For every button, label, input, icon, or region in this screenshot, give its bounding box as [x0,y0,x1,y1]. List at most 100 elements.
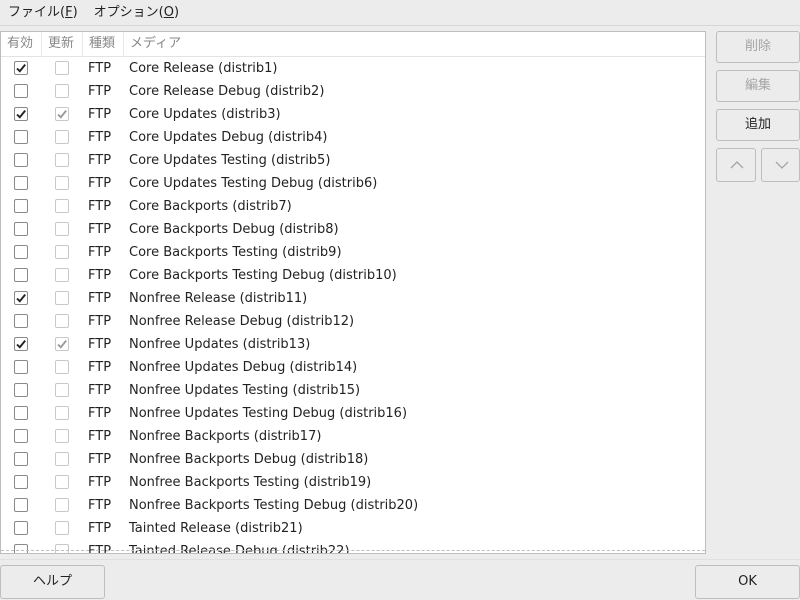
media-name: Core Backports (distrib7) [129,199,292,214]
move-up-button[interactable] [716,148,756,182]
enabled-checkbox[interactable] [14,107,28,121]
update-checkbox[interactable] [55,222,69,236]
menu-options[interactable]: オプション(O) [86,0,187,26]
table-row[interactable]: FTP Core Backports Testing (distrib9) [1,241,705,264]
table-row[interactable]: FTP Nonfree Backports Testing (distrib19) [1,471,705,494]
help-button[interactable]: ヘルプ [0,565,105,599]
enabled-checkbox[interactable] [14,429,28,443]
update-checkbox[interactable] [55,521,69,535]
update-checkbox[interactable] [55,383,69,397]
media-type: FTP [88,452,112,467]
enabled-checkbox[interactable] [14,314,28,328]
media-name: Nonfree Updates Testing (distrib15) [129,383,361,398]
delete-button[interactable]: 削除 [716,31,800,63]
table-row[interactable]: FTP Nonfree Backports Debug (distrib18) [1,448,705,471]
table-row[interactable]: FTP Tainted Release Debug (distrib22) [1,540,705,553]
media-type: FTP [88,383,112,398]
header-media[interactable]: メディア [124,32,704,57]
header-update[interactable]: 更新 [42,32,83,57]
media-name: Core Release Debug (distrib2) [129,84,325,99]
chevron-up-icon [730,161,744,169]
table-row[interactable]: FTP Nonfree Updates Debug (distrib14) [1,356,705,379]
update-checkbox[interactable] [55,429,69,443]
list-rows: FTP Core Release (distrib1) FTP Core Releas… [1,57,705,553]
header-type[interactable]: 種類 [83,32,124,57]
update-checkbox[interactable] [55,360,69,374]
enabled-checkbox[interactable] [14,268,28,282]
enabled-checkbox[interactable] [14,383,28,397]
update-checkbox[interactable] [55,314,69,328]
enabled-checkbox[interactable] [14,521,28,535]
table-row[interactable]: FTP Core Updates (distrib3) [1,103,705,126]
update-checkbox[interactable] [55,452,69,466]
table-row[interactable]: FTP Core Backports (distrib7) [1,195,705,218]
update-checkbox[interactable] [55,84,69,98]
update-checkbox[interactable] [55,176,69,190]
update-checkbox[interactable] [55,544,69,553]
enabled-checkbox[interactable] [14,222,28,236]
update-checkbox[interactable] [55,337,69,351]
media-name: Nonfree Updates (distrib13) [129,337,311,352]
enabled-checkbox[interactable] [14,245,28,259]
media-type: FTP [88,291,112,306]
update-checkbox[interactable] [55,245,69,259]
enabled-checkbox[interactable] [14,498,28,512]
enabled-checkbox[interactable] [14,337,28,351]
enabled-checkbox[interactable] [14,153,28,167]
media-type: FTP [88,521,112,536]
enabled-checkbox[interactable] [14,84,28,98]
media-list[interactable]: 有効 更新 種類 メディア FTP Core Release (distrib1)… [0,31,706,554]
menu-file[interactable]: ファイル(F) [0,0,86,26]
update-checkbox[interactable] [55,130,69,144]
header-enabled[interactable]: 有効 [1,32,42,57]
media-type: FTP [88,544,112,553]
update-checkbox[interactable] [55,107,69,121]
enabled-checkbox[interactable] [14,544,28,553]
footer-divider [0,559,800,560]
media-type: FTP [88,268,112,283]
enabled-checkbox[interactable] [14,475,28,489]
table-row[interactable]: FTP Nonfree Release (distrib11) [1,287,705,310]
media-name: Nonfree Release (distrib11) [129,291,308,306]
move-down-button[interactable] [761,148,800,182]
table-row[interactable]: FTP Nonfree Updates (distrib13) [1,333,705,356]
enabled-checkbox[interactable] [14,61,28,75]
enabled-checkbox[interactable] [14,452,28,466]
ok-button[interactable]: OK [695,565,800,599]
table-row[interactable]: FTP Nonfree Release Debug (distrib12) [1,310,705,333]
table-row[interactable]: FTP Nonfree Backports (distrib17) [1,425,705,448]
update-checkbox[interactable] [55,153,69,167]
update-checkbox[interactable] [55,268,69,282]
media-name: Core Backports Testing Debug (distrib10) [129,268,397,283]
enabled-checkbox[interactable] [14,130,28,144]
media-name: Nonfree Updates Debug (distrib14) [129,360,358,375]
update-checkbox[interactable] [55,199,69,213]
update-checkbox[interactable] [55,475,69,489]
media-type: FTP [88,84,112,99]
enabled-checkbox[interactable] [14,360,28,374]
enabled-checkbox[interactable] [14,291,28,305]
media-name: Core Updates Testing Debug (distrib6) [129,176,378,191]
table-row[interactable]: FTP Nonfree Backports Testing Debug (dist… [1,494,705,517]
update-checkbox[interactable] [55,291,69,305]
table-row[interactable]: FTP Core Backports Debug (distrib8) [1,218,705,241]
edit-button[interactable]: 編集 [716,70,800,102]
table-row[interactable]: FTP Core Backports Testing Debug (distrib… [1,264,705,287]
update-checkbox[interactable] [55,61,69,75]
table-row[interactable]: FTP Core Release (distrib1) [1,57,705,80]
update-checkbox[interactable] [55,498,69,512]
table-row[interactable]: FTP Nonfree Updates Testing Debug (distri… [1,402,705,425]
table-row[interactable]: FTP Core Updates Testing (distrib5) [1,149,705,172]
media-name: Nonfree Backports (distrib17) [129,429,322,444]
table-row[interactable]: FTP Core Updates Debug (distrib4) [1,126,705,149]
update-checkbox[interactable] [55,406,69,420]
enabled-checkbox[interactable] [14,406,28,420]
table-row[interactable]: FTP Nonfree Updates Testing (distrib15) [1,379,705,402]
table-row[interactable]: FTP Core Updates Testing Debug (distrib6) [1,172,705,195]
add-button[interactable]: 追加 [716,109,800,141]
table-row[interactable]: FTP Core Release Debug (distrib2) [1,80,705,103]
enabled-checkbox[interactable] [14,199,28,213]
table-row[interactable]: FTP Tainted Release (distrib21) [1,517,705,540]
enabled-checkbox[interactable] [14,176,28,190]
media-name: Core Backports Testing (distrib9) [129,245,342,260]
